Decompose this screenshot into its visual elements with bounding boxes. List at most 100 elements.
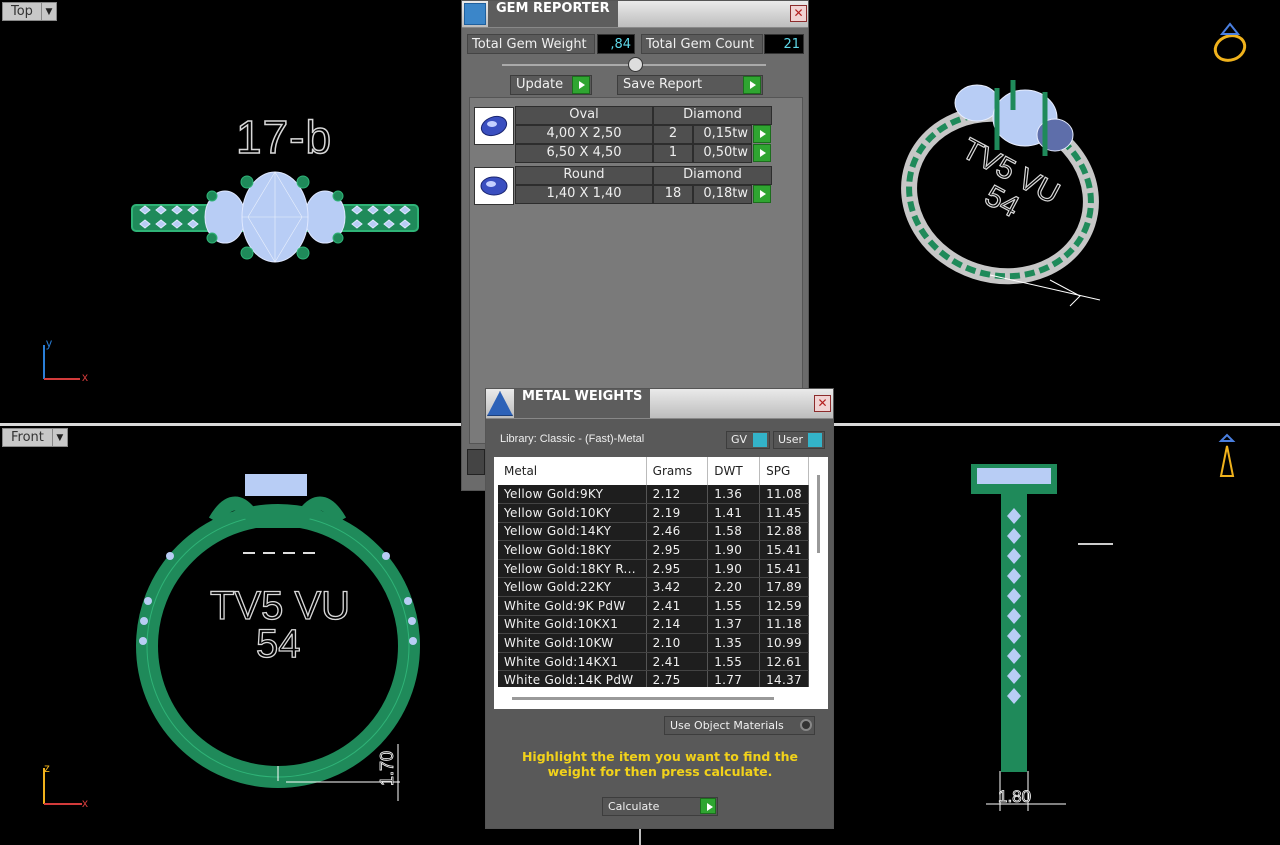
column-header-grams[interactable]: Grams bbox=[646, 457, 709, 485]
select-gem-button[interactable] bbox=[753, 185, 771, 203]
gem-shape: Oval bbox=[515, 106, 653, 125]
gem-reporter-icon bbox=[464, 3, 486, 25]
spg-cell[interactable]: 10.99 bbox=[759, 633, 809, 653]
save-report-button[interactable]: Save Report bbox=[617, 75, 763, 95]
table-row[interactable]: Yellow Gold:18KY 2.95 1.90 15.41 bbox=[498, 540, 809, 560]
save-report-go-icon[interactable] bbox=[743, 76, 761, 94]
axis-x-label: x bbox=[82, 370, 88, 384]
table-row[interactable]: Yellow Gold:18KY R... 2.95 1.90 15.41 bbox=[498, 559, 809, 579]
metal-name-cell[interactable]: Yellow Gold:10KY bbox=[498, 503, 647, 523]
dwt-cell[interactable]: 1.90 bbox=[707, 559, 761, 579]
grams-cell[interactable]: 2.14 bbox=[646, 615, 709, 635]
spg-cell[interactable]: 12.59 bbox=[759, 596, 809, 616]
metal-name-cell[interactable]: Yellow Gold:14KY bbox=[498, 522, 647, 542]
gem-reporter-title: GEM REPORTER bbox=[488, 1, 618, 27]
close-icon[interactable]: ✕ bbox=[814, 395, 831, 412]
table-row[interactable]: White Gold:9K PdW 2.41 1.55 12.59 bbox=[498, 596, 809, 616]
metal-name-cell[interactable]: White Gold:14KX1 bbox=[498, 652, 647, 672]
column-header-dwt[interactable]: DWT bbox=[707, 457, 761, 485]
table-row[interactable]: White Gold:10KW 2.10 1.35 10.99 bbox=[498, 633, 809, 653]
dwt-cell[interactable]: 1.36 bbox=[707, 485, 761, 505]
table-row[interactable]: Yellow Gold:14KY 2.46 1.58 12.88 bbox=[498, 522, 809, 542]
spg-cell[interactable]: 12.88 bbox=[759, 522, 809, 542]
metal-name-cell[interactable]: Yellow Gold:9KY bbox=[498, 485, 647, 505]
user-label: User bbox=[778, 433, 804, 446]
gem-weight: 0,18tw bbox=[693, 185, 752, 204]
dwt-cell[interactable]: 1.35 bbox=[707, 633, 761, 653]
select-gem-button[interactable] bbox=[753, 125, 771, 143]
grams-cell[interactable]: 2.41 bbox=[646, 596, 709, 616]
gv-label: GV bbox=[731, 433, 748, 446]
grams-cell[interactable]: 2.19 bbox=[646, 503, 709, 523]
dwt-cell[interactable]: 1.58 bbox=[707, 522, 761, 542]
gem-material: Diamond bbox=[653, 106, 772, 125]
oval-gem-thumbnail[interactable] bbox=[474, 107, 514, 145]
metal-weights-title: METAL WEIGHTS bbox=[514, 389, 651, 418]
gem-list-scrollbar[interactable] bbox=[467, 449, 485, 475]
dwt-cell[interactable]: 1.55 bbox=[707, 652, 761, 672]
metal-weights-table: Metal Grams DWT SPG Yellow Gold:9KY 2.12 1… bbox=[498, 457, 809, 691]
gem-size: 6,50 X 4,50 bbox=[515, 144, 653, 163]
grams-cell[interactable]: 2.41 bbox=[646, 652, 709, 672]
use-object-materials-toggle[interactable]: Use Object Materials bbox=[664, 716, 815, 735]
calculate-hint: Highlight the item you want to find the … bbox=[521, 749, 799, 779]
calculate-go-icon[interactable] bbox=[700, 798, 716, 814]
slider-handle[interactable] bbox=[628, 57, 643, 72]
round-gem-thumbnail[interactable] bbox=[474, 167, 514, 205]
metal-name-cell[interactable]: Yellow Gold:22KY bbox=[498, 577, 647, 598]
ring-nav-icon[interactable] bbox=[1208, 20, 1252, 68]
spg-cell[interactable]: 12.61 bbox=[759, 652, 809, 672]
column-header-spg[interactable]: SPG bbox=[759, 457, 809, 485]
grams-cell[interactable]: 2.95 bbox=[646, 559, 709, 579]
table-row[interactable]: Yellow Gold:9KY 2.12 1.36 11.08 bbox=[498, 485, 809, 505]
axis-x-label: x bbox=[82, 796, 88, 810]
gem-shape: Round bbox=[515, 166, 653, 185]
table-row[interactable]: Yellow Gold:22KY 3.42 2.20 17.89 bbox=[498, 577, 809, 598]
table-row[interactable]: White Gold:14KX1 2.41 1.55 12.61 bbox=[498, 652, 809, 672]
gv-info-icon[interactable] bbox=[753, 433, 767, 447]
metal-name-cell[interactable]: Yellow Gold:18KY R... bbox=[498, 559, 647, 579]
dwt-cell[interactable]: 1.41 bbox=[707, 503, 761, 523]
gem-count: 1 bbox=[653, 144, 693, 163]
update-go-icon[interactable] bbox=[572, 76, 590, 94]
update-label: Update bbox=[516, 77, 564, 92]
user-info-icon[interactable] bbox=[808, 433, 822, 447]
table-row[interactable]: Yellow Gold:10KY 2.19 1.41 11.45 bbox=[498, 503, 809, 523]
metal-name-cell[interactable]: White Gold:10KX1 bbox=[498, 615, 647, 635]
column-header-metal[interactable]: Metal bbox=[498, 457, 647, 485]
metal-name-cell[interactable]: Yellow Gold:18KY bbox=[498, 540, 647, 560]
gem-material: Diamond bbox=[653, 166, 772, 185]
select-gem-button[interactable] bbox=[753, 144, 771, 162]
gem-weight: 0,15tw bbox=[693, 125, 752, 144]
table-horizontal-scroll-thumb[interactable] bbox=[512, 697, 774, 700]
metal-weights-titlebar[interactable]: METAL WEIGHTS ✕ bbox=[486, 389, 833, 419]
grams-cell[interactable]: 2.10 bbox=[646, 633, 709, 653]
total-gem-weight-label: Total Gem Weight bbox=[467, 34, 595, 54]
table-row[interactable]: White Gold:10KX1 2.14 1.37 11.18 bbox=[498, 615, 809, 635]
calculate-label: Calculate bbox=[608, 800, 660, 813]
dwt-cell[interactable]: 1.37 bbox=[707, 615, 761, 635]
table-header-row: Metal Grams DWT SPG bbox=[498, 457, 809, 485]
use-object-materials-radio[interactable] bbox=[800, 719, 812, 731]
grams-cell[interactable]: 2.95 bbox=[646, 540, 709, 560]
metal-name-cell[interactable]: White Gold:9K PdW bbox=[498, 596, 647, 616]
spg-cell[interactable]: 11.45 bbox=[759, 503, 809, 523]
close-icon[interactable]: ✕ bbox=[790, 5, 807, 22]
spg-cell[interactable]: 11.18 bbox=[759, 615, 809, 635]
metal-name-cell[interactable]: White Gold:10KW bbox=[498, 633, 647, 653]
dwt-cell[interactable]: 2.20 bbox=[707, 577, 761, 598]
spg-cell[interactable]: 15.41 bbox=[759, 559, 809, 579]
dwt-cell[interactable]: 1.55 bbox=[707, 596, 761, 616]
axis-z-label: z bbox=[44, 761, 50, 775]
spg-cell[interactable]: 15.41 bbox=[759, 540, 809, 560]
spg-cell[interactable]: 17.89 bbox=[759, 577, 809, 598]
grams-cell[interactable]: 2.12 bbox=[646, 485, 709, 505]
spg-cell[interactable]: 11.08 bbox=[759, 485, 809, 505]
dimension-label: 1.80 bbox=[998, 787, 1032, 807]
use-object-materials-label: Use Object Materials bbox=[670, 719, 784, 732]
gem-reporter-titlebar[interactable]: GEM REPORTER ✕ bbox=[462, 1, 808, 28]
grams-cell[interactable]: 3.42 bbox=[646, 577, 709, 598]
dwt-cell[interactable]: 1.90 bbox=[707, 540, 761, 560]
grams-cell[interactable]: 2.46 bbox=[646, 522, 709, 542]
table-vertical-scroll-thumb[interactable] bbox=[817, 475, 820, 553]
